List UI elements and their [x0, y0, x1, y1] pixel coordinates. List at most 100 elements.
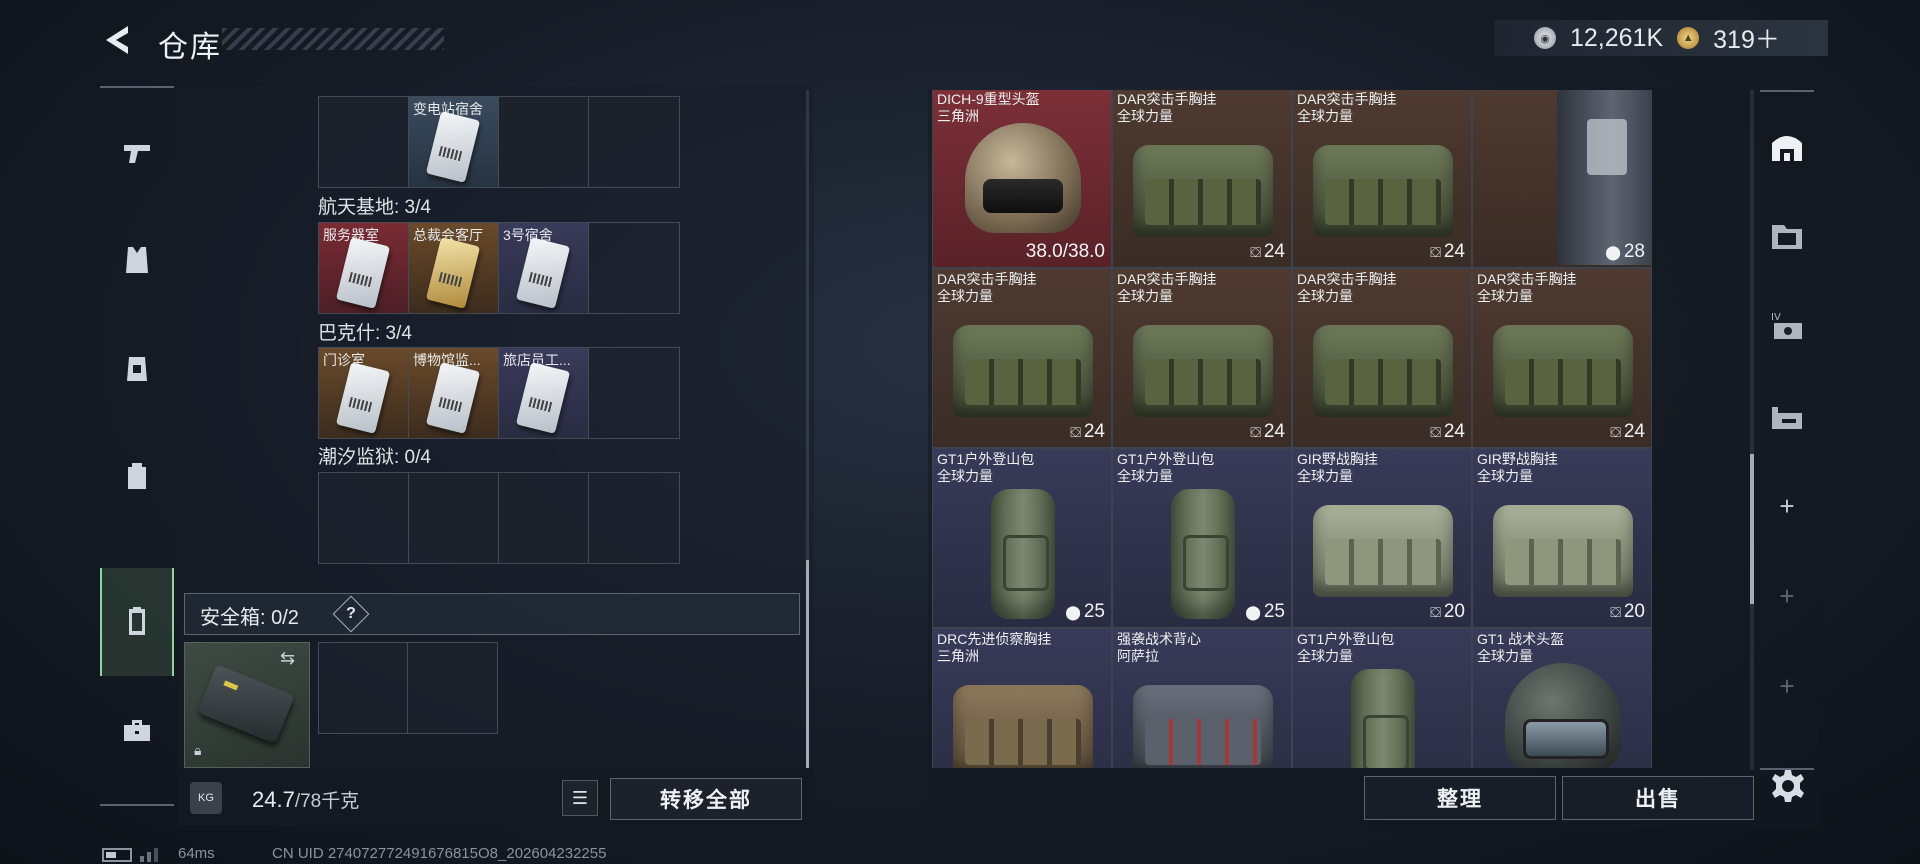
ping-value: 64ms	[178, 845, 215, 862]
rig-icon	[127, 357, 147, 381]
warehouse-item[interactable]: DAR突击手胸挂 全球力量 ⛋ 24	[1472, 268, 1652, 448]
keycard-slot[interactable]	[499, 473, 589, 563]
nav-chest-rig[interactable]	[100, 314, 174, 422]
warehouse-item[interactable]: DAR突击手胸挂 全球力量 ⛋ 24	[1112, 90, 1292, 268]
keycard-slot[interactable]: 博物馆监...	[409, 348, 499, 438]
nav-armor[interactable]	[100, 206, 174, 314]
item-faction: 全球力量	[1477, 468, 1533, 484]
keycard-slot[interactable]	[589, 223, 679, 313]
keycard-slot[interactable]: 变电站宿舍	[409, 97, 499, 187]
item-count: 24	[1083, 421, 1105, 442]
back-arrow-icon[interactable]	[98, 20, 138, 60]
item-count: 28	[1623, 241, 1645, 262]
backpack-icon	[128, 463, 146, 489]
warehouse-item[interactable]: GT1户外登山包 全球力量	[1292, 628, 1472, 768]
keycard-slot[interactable]	[499, 97, 589, 187]
tab-folder[interactable]	[1760, 196, 1814, 276]
item-name: DAR突击手胸挂 全球力量	[1297, 271, 1397, 305]
tab-add[interactable]: +	[1760, 466, 1814, 546]
settings-button[interactable]	[1764, 762, 1812, 810]
item-faction: 全球力量	[1117, 468, 1173, 484]
sort-button[interactable]: 整理	[1364, 776, 1556, 820]
keycard-slot[interactable]	[589, 473, 679, 563]
weight-max: /78千克	[294, 791, 360, 812]
rig-capacity-icon: ⛋	[1250, 244, 1261, 260]
item-faction: 全球力量	[1477, 648, 1533, 664]
item-title: DAR突击手胸挂	[1477, 271, 1577, 287]
safe-slot[interactable]	[408, 643, 497, 733]
keycard-slot[interactable]: 门诊室	[319, 348, 409, 438]
keycard-slot[interactable]: 3号宿舍	[499, 223, 589, 313]
nav-safe-box[interactable]	[100, 568, 174, 676]
warehouse-icon	[1772, 136, 1802, 161]
chest-rig-image	[953, 325, 1093, 417]
item-count: 25	[1263, 601, 1285, 622]
warehouse-item[interactable]: GT1户外登山包 全球力量 ⬤ 25	[932, 448, 1112, 628]
warehouse-item[interactable]: ⬤ 28	[1472, 90, 1652, 268]
keycard-slot[interactable]: 服务器室	[319, 223, 409, 313]
item-faction: 三角洲	[937, 648, 979, 664]
warehouse-scrollbar-thumb[interactable]	[1750, 454, 1754, 604]
title-decoration	[222, 28, 444, 50]
gold-coin-icon: ▲	[1677, 27, 1700, 49]
tab-add-locked-2[interactable]: +	[1760, 646, 1814, 726]
list-view-button[interactable]: ☰	[562, 780, 598, 816]
chest-rig-image	[953, 685, 1093, 768]
keycard-slot[interactable]: 总裁会客厅	[409, 223, 499, 313]
warehouse-item[interactable]: DAR突击手胸挂 全球力量 ⛋ 24	[1292, 268, 1472, 448]
tab-weapon-case[interactable]	[1760, 376, 1814, 456]
rig-capacity-icon: ⛋	[1430, 424, 1441, 440]
nav-items[interactable]	[100, 676, 174, 784]
warehouse-scrollbar[interactable]	[1750, 90, 1754, 770]
warehouse-item[interactable]: DRC先进侦察胸挂 三角洲	[932, 628, 1112, 768]
item-name: DRC先进侦察胸挂 三角洲	[937, 631, 1051, 665]
keycard-slot[interactable]	[319, 473, 409, 563]
swap-icon[interactable]: ⇆	[280, 648, 304, 668]
warehouse-item[interactable]: GIR野战胸挂 全球力量 ⛋ 20	[1292, 448, 1472, 628]
weight-value: 24.7/78千克	[252, 786, 359, 813]
tab-warehouse-main[interactable]	[1760, 106, 1814, 186]
tab-add-locked[interactable]: +	[1760, 556, 1814, 636]
item-count: 20	[1623, 601, 1645, 622]
warehouse-item[interactable]: DAR突击手胸挂 全球力量 ⛋ 24	[932, 268, 1112, 448]
tab-tier-iv[interactable]: IV	[1760, 286, 1814, 366]
warehouse-item[interactable]: 强袭战术背心 阿萨拉	[1112, 628, 1292, 768]
safe-box-icon	[129, 607, 145, 635]
bag-capacity-icon: ⬤	[1245, 604, 1261, 620]
keycard-slot[interactable]	[589, 97, 679, 187]
section-label-bakhsh: 巴克什: 3/4	[318, 323, 412, 344]
warehouse-item[interactable]: GIR野战胸挂 全球力量 ⛋ 20	[1472, 448, 1652, 628]
item-title: DAR突击手胸挂	[937, 271, 1037, 287]
warehouse-item[interactable]: DAR突击手胸挂 全球力量 ⛋ 24	[1292, 90, 1472, 268]
item-name: DAR突击手胸挂 全球力量	[1117, 271, 1217, 305]
folder-icon	[1772, 225, 1802, 249]
transfer-all-button[interactable]: 转移全部	[610, 778, 802, 820]
section-label-aerospace: 航天基地: 3/4	[318, 197, 431, 218]
warehouse-item[interactable]: DICH-9重型头盔 三角洲 38.0/38.0	[932, 90, 1112, 268]
chest-rig-image	[1313, 145, 1453, 237]
keycard-icon	[425, 362, 481, 434]
keycard-slot[interactable]	[319, 97, 409, 187]
currency-bar: ◉ 12,261K ▲ 319＋	[1494, 20, 1828, 56]
warehouse-item[interactable]: DAR突击手胸挂 全球力量 ⛋ 24	[1112, 268, 1292, 448]
item-title: DAR突击手胸挂	[1117, 91, 1217, 107]
safe-slot[interactable]	[319, 643, 408, 733]
chest-rig-image	[1313, 325, 1453, 417]
warehouse-item[interactable]: GT1户外登山包 全球力量 ⬤ 25	[1112, 448, 1292, 628]
category-nav	[100, 86, 174, 806]
nav-backpack[interactable]	[100, 422, 174, 530]
lock-icon: 🔒︎	[194, 742, 202, 758]
chest-rig-image	[1313, 505, 1453, 597]
keycard-row: 服务器室 总裁会客厅 3号宿舍	[318, 222, 680, 314]
left-scrollbar-thumb[interactable]	[806, 560, 809, 768]
nav-weapons[interactable]	[100, 98, 174, 206]
weight-current: 24.7	[252, 787, 295, 812]
item-faction: 全球力量	[937, 468, 993, 484]
warehouse-item[interactable]: GT1 战术头盔 全球力量	[1472, 628, 1652, 768]
chest-rig-image	[1493, 505, 1633, 597]
keycard-slot[interactable]: 旅店员工...	[499, 348, 589, 438]
sell-button[interactable]: 出售	[1562, 776, 1754, 820]
keycard-slot[interactable]	[409, 473, 499, 563]
keycard-slot[interactable]	[589, 348, 679, 438]
gold-balance[interactable]: 319＋	[1713, 20, 1780, 56]
